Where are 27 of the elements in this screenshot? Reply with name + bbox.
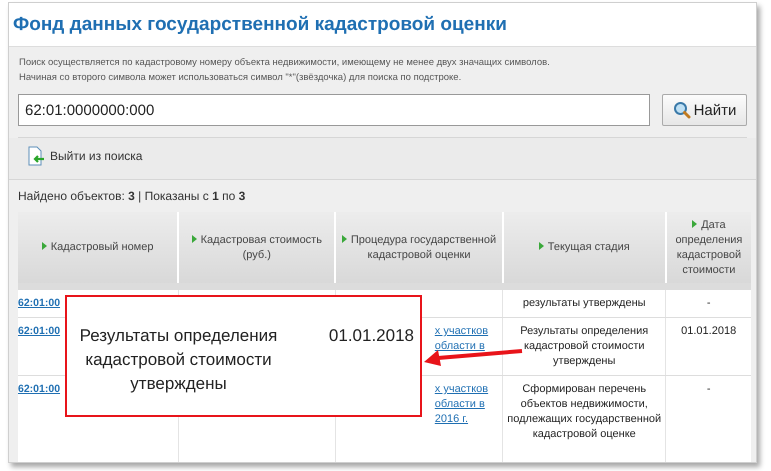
- callout-text: Результаты определения кадастровой стоимости утверждены: [78, 325, 278, 395]
- table-cell: результаты утверждены: [502, 286, 666, 318]
- sort-triangle-icon: [538, 242, 544, 250]
- document-arrow-icon: [27, 146, 45, 166]
- page-title: Фонд данных государственной кадастровой оценки: [13, 14, 507, 36]
- sort-triangle-icon: [42, 242, 47, 250]
- hint-text: Начиная со второго символа может использоваться символ "*"(звёздочка) для поиска по подстроке.: [19, 72, 462, 83]
- procedure-link[interactable]: х участков области в: [434, 324, 488, 354]
- callout-date: 01.01.2018: [328, 325, 414, 347]
- cadastral-number-link[interactable]: 62:01:00: [18, 383, 60, 395]
- search-field[interactable]: 62:01:0000000:000: [18, 94, 650, 126]
- cadastral-number-link[interactable]: 62:01:00: [18, 325, 60, 337]
- sort-triangle-icon: [192, 234, 197, 242]
- results-count: Найдено объектов: 3 | Показаны с 1 по 3: [18, 189, 246, 203]
- search-icon: [672, 101, 691, 119]
- hint-text: Поиск осуществляется по кадастровому номеру объекта недвижимости, имеющему не менее двух значащих символов.: [19, 57, 551, 68]
- search-button[interactable]: Найти: [662, 94, 747, 126]
- table-cell: Результаты определения кадастровой стоимости утверждены: [502, 318, 666, 376]
- table-cell: 01.01.2018: [666, 318, 751, 376]
- table-cell: -: [666, 376, 751, 462]
- cadastral-number-link[interactable]: 62:01:00: [18, 297, 60, 309]
- table-cell: -: [666, 286, 751, 318]
- procedure-link[interactable]: х участков области в 2016 г.: [434, 382, 488, 427]
- sort-triangle-icon: [692, 220, 698, 228]
- sort-triangle-icon: [342, 234, 347, 242]
- table-cell: Сформирован перечень объектов недвижимости, подлежащих государственной кадастровой оценке: [502, 376, 666, 462]
- exit-search-link[interactable]: Выйти из поиска: [27, 146, 142, 166]
